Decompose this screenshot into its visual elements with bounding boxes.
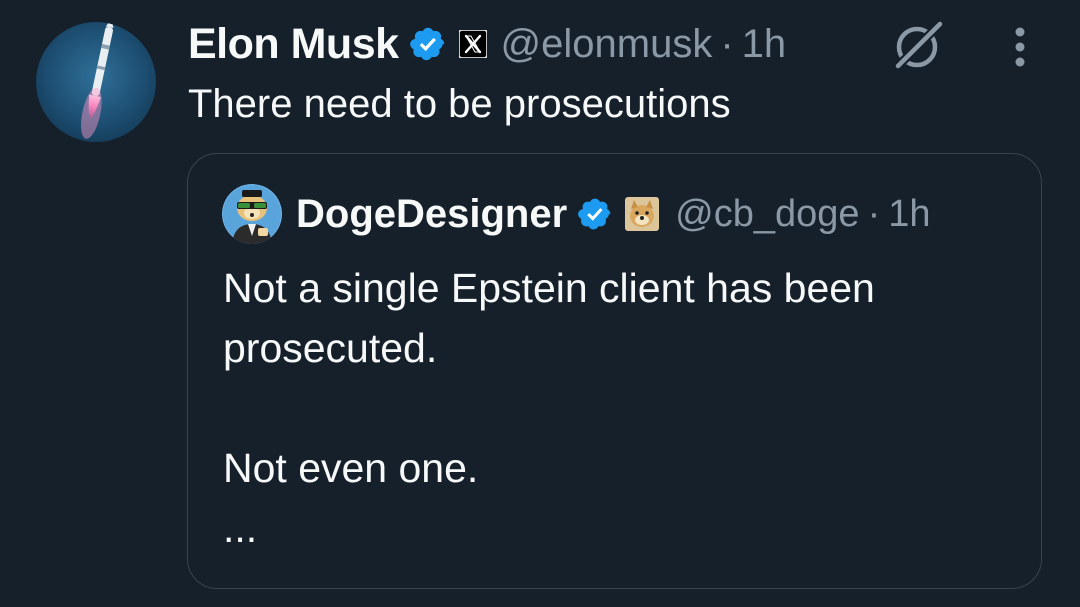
x-affiliation-icon — [457, 29, 488, 59]
author-handle[interactable]: @elonmusk — [501, 22, 713, 67]
quoted-post-card[interactable]: DogeDesigner @cb_doge · 1h Not a single … — [187, 153, 1042, 589]
quoted-author-name[interactable]: DogeDesigner — [296, 192, 567, 237]
quoted-text-line: Not a single Epstein client has been pro… — [223, 265, 875, 371]
grok-icon[interactable] — [890, 16, 948, 74]
quoted-post-time[interactable]: 1h — [888, 193, 930, 236]
post-header: Elon Musk @elonmusk · 1h — [188, 14, 786, 74]
verified-badge-icon — [577, 196, 613, 232]
post-time[interactable]: 1h — [742, 22, 787, 67]
show-more-ellipsis[interactable]: ... — [223, 498, 1013, 558]
doge-affiliation-icon — [625, 197, 660, 231]
quoted-post-text: Not a single Epstein client has been pro… — [223, 258, 1013, 558]
verified-badge-icon — [409, 25, 447, 63]
post-text: There need to be prosecutions — [188, 82, 731, 126]
quoted-author-handle[interactable]: @cb_doge — [675, 193, 859, 236]
quoted-author-avatar[interactable] — [222, 184, 282, 244]
more-options-icon[interactable] — [1000, 24, 1040, 70]
tweet[interactable]: Elon Musk @elonmusk · 1h There need to b… — [0, 0, 1080, 607]
separator-dot: · — [867, 192, 881, 235]
author-name[interactable]: Elon Musk — [188, 20, 399, 69]
quoted-post-header: DogeDesigner @cb_doge · 1h — [296, 182, 931, 246]
separator-dot: · — [720, 21, 734, 66]
quoted-text-line: Not even one. — [223, 445, 479, 491]
author-avatar[interactable] — [36, 22, 156, 142]
